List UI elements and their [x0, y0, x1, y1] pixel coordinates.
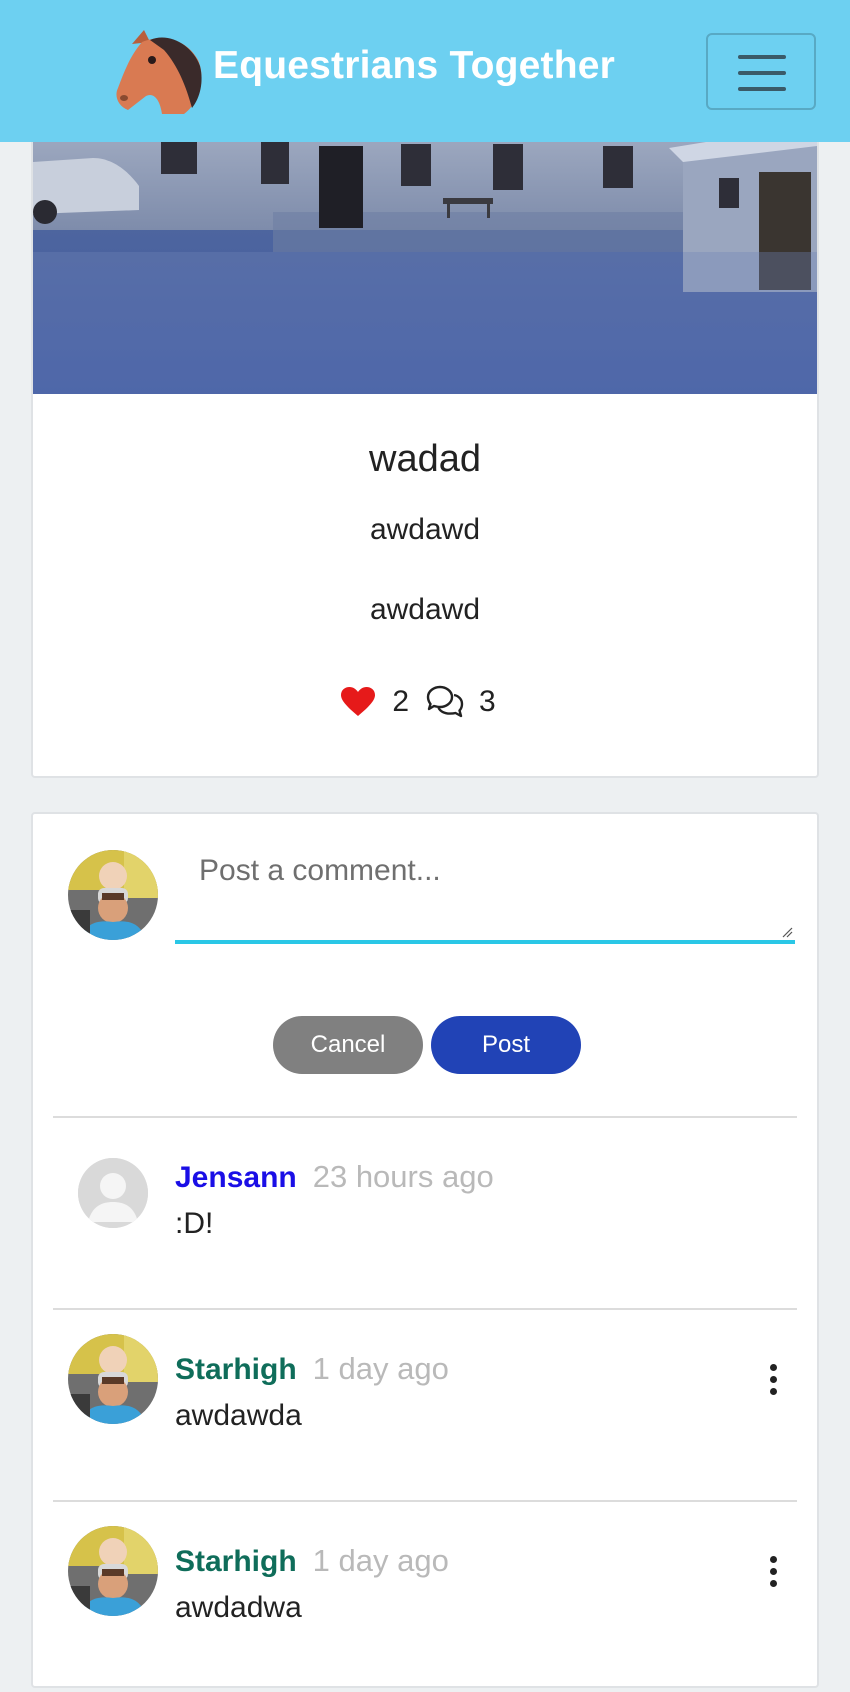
comments-count: 3 — [479, 685, 496, 718]
comments-icon[interactable] — [425, 682, 465, 722]
post-card: wadad awdawd awdawd 2 3 — [31, 100, 819, 778]
post-content-line: awdawd — [369, 593, 481, 626]
comment-item: Starhigh 1 day ago awdawda — [33, 1310, 817, 1500]
comment-text: :D! — [175, 1207, 214, 1240]
more-options-icon[interactable] — [763, 1364, 783, 1400]
navbar: Equestrians Together — [0, 0, 850, 142]
heart-icon[interactable] — [338, 682, 378, 722]
comment-text: awdawda — [175, 1399, 302, 1432]
comment-item: Starhigh 1 day ago awdadwa — [33, 1502, 817, 1692]
comment-text: awdadwa — [175, 1591, 302, 1624]
comment-author[interactable]: Jensann 23 hours ago — [175, 1159, 494, 1195]
resize-grip-icon[interactable] — [781, 926, 793, 938]
comment-author-name[interactable]: Jensann — [175, 1161, 297, 1194]
user-photo-avatar[interactable] — [68, 1526, 158, 1616]
user-photo-avatar[interactable] — [68, 1334, 158, 1424]
post-title: wadad — [369, 438, 481, 480]
post-button[interactable]: Post — [431, 1016, 581, 1074]
comment-author-name[interactable]: Starhigh — [175, 1353, 297, 1386]
comment-input[interactable] — [175, 838, 795, 944]
comment-author[interactable]: Starhigh 1 day ago — [175, 1543, 449, 1579]
cancel-button[interactable]: Cancel — [273, 1016, 423, 1074]
hamburger-menu-icon — [738, 55, 786, 59]
comment-item: Jensann 23 hours ago :D! — [33, 1118, 817, 1308]
default-avatar[interactable] — [78, 1158, 148, 1228]
likes-count: 2 — [392, 685, 409, 718]
comment-timestamp: 1 day ago — [312, 1351, 449, 1386]
hamburger-menu-button[interactable] — [706, 33, 816, 110]
brand-title[interactable]: Equestrians Together — [213, 44, 615, 88]
more-options-icon[interactable] — [763, 1556, 783, 1592]
horse-head-icon[interactable] — [112, 26, 204, 118]
comment-author[interactable]: Starhigh 1 day ago — [175, 1351, 449, 1387]
post-stats: 2 3 — [33, 682, 817, 722]
comment-timestamp: 1 day ago — [312, 1543, 449, 1578]
post-image — [33, 102, 817, 394]
comments-card: Cancel Post Jensann 23 hours ago :D! — [31, 812, 819, 1688]
current-user-avatar[interactable] — [68, 850, 158, 940]
comment-timestamp: 23 hours ago — [312, 1159, 494, 1194]
post-content-line: awdawd — [369, 513, 481, 546]
comment-author-name[interactable]: Starhigh — [175, 1545, 297, 1578]
